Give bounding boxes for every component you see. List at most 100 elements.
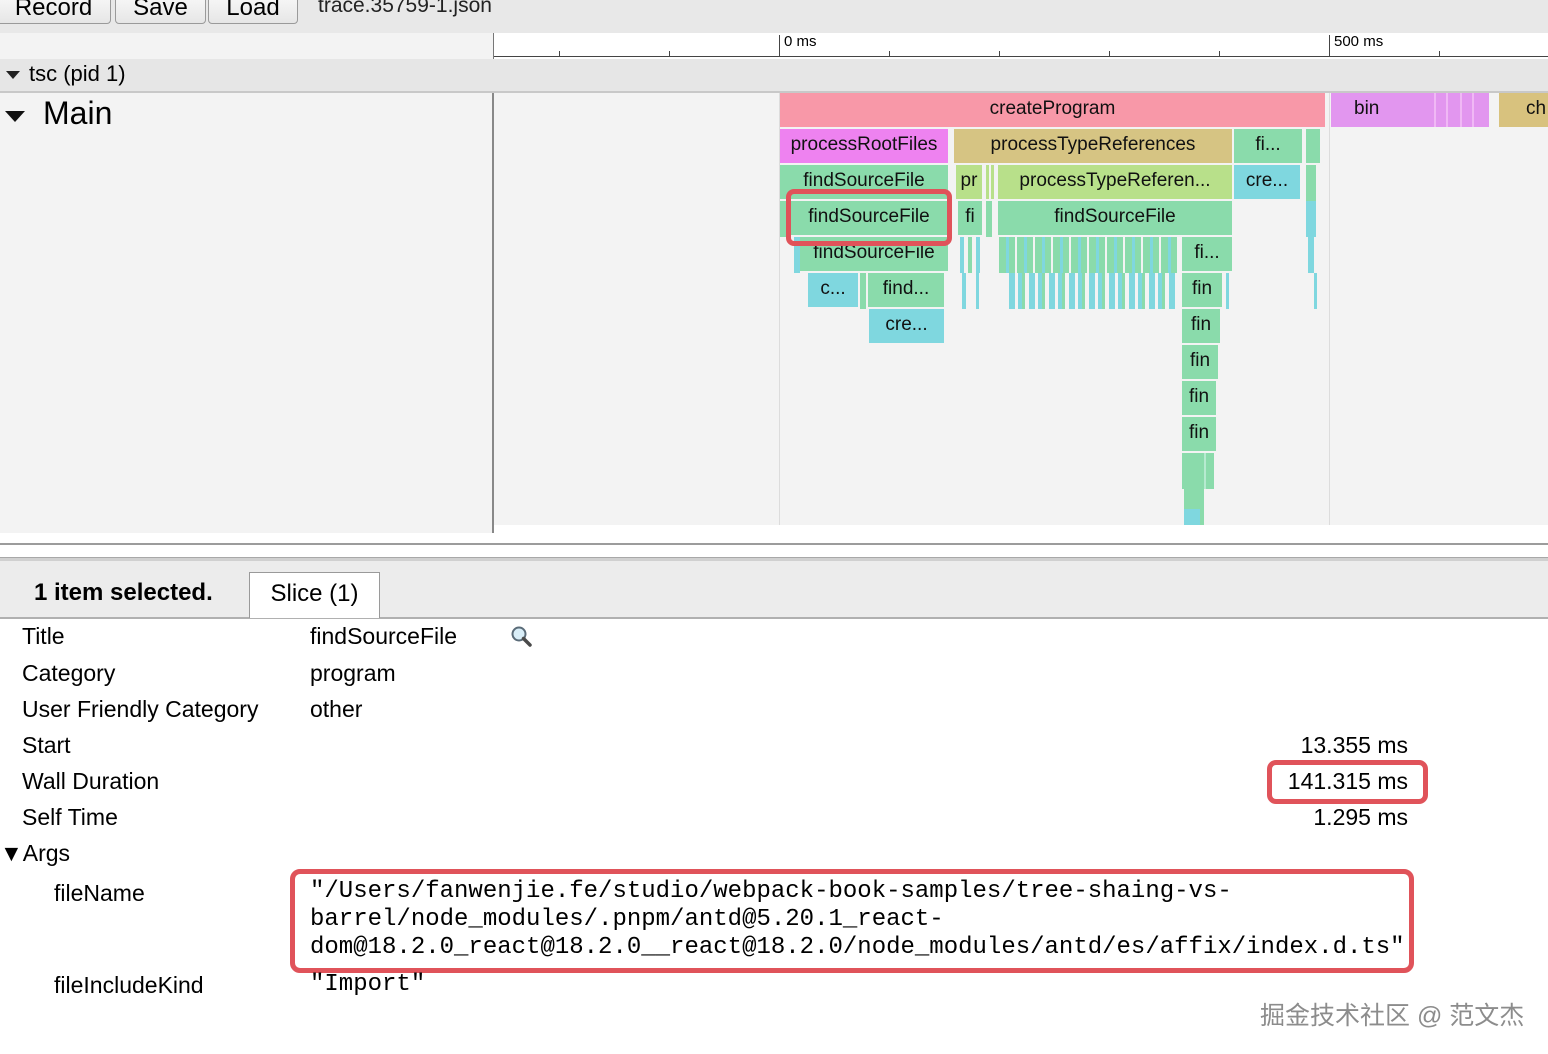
ruler-tick — [999, 51, 1000, 57]
slice-ch[interactable]: ch — [1499, 93, 1548, 127]
search-icon[interactable] — [510, 625, 532, 647]
load-button[interactable]: Load — [208, 0, 298, 24]
tab-slice[interactable]: Slice (1) — [249, 572, 380, 618]
sliver — [991, 165, 994, 199]
collapse-triangle-icon[interactable] — [6, 71, 20, 79]
slice-fin-1[interactable]: fin — [1182, 273, 1222, 307]
sliver — [1460, 93, 1462, 127]
process-label: tsc (pid 1) — [29, 61, 126, 86]
user-friendly-category-value: other — [310, 696, 363, 722]
ruler-tick — [889, 51, 890, 57]
filename-label: fileName — [54, 880, 145, 906]
self-time-value: 1.295 ms — [1313, 804, 1408, 830]
ruler-baseline — [494, 56, 1548, 57]
category-label: Category — [22, 660, 116, 686]
slice-pr[interactable]: pr — [956, 165, 982, 199]
title-value: findSourceFile — [310, 623, 458, 649]
sliver — [968, 237, 972, 273]
start-value: 13.355 ms — [1300, 732, 1408, 758]
slice-cre-a[interactable]: cre... — [1234, 165, 1300, 199]
toolbar: Record Save Load trace.35759-1.json — [0, 0, 1548, 33]
filename-value: "/Users/fanwenjie.fe/studio/webpack-book… — [310, 878, 1405, 962]
slice-find[interactable]: find... — [868, 273, 944, 307]
sliver — [976, 273, 979, 309]
record-button[interactable]: Record — [0, 0, 111, 24]
ruler-label-0ms: 0 ms — [784, 33, 817, 50]
slice-fin-3[interactable]: fin — [1182, 345, 1218, 379]
ruler-tick — [669, 51, 670, 57]
watermark: 掘金技术社区 @ 范文杰 — [1260, 1002, 1525, 1030]
slice-findSourceFile-selected[interactable]: findSourceFile — [790, 201, 948, 235]
gridline — [1329, 93, 1330, 525]
sliver — [962, 273, 966, 309]
save-button[interactable]: Save — [115, 0, 206, 24]
file-include-kind-value: "Import" — [310, 971, 426, 998]
self-time-label: Self Time — [22, 804, 118, 830]
slice-fin-4[interactable]: fin — [1182, 381, 1216, 415]
slice-fi-b[interactable]: fi — [958, 201, 982, 235]
ruler-tick-major — [779, 35, 780, 57]
slice-createProgram[interactable]: createProgram — [780, 93, 1325, 127]
sliver — [780, 201, 786, 237]
category-value: program — [310, 660, 396, 686]
ruler-tick — [1439, 51, 1440, 57]
ruler-axis[interactable]: 0 ms 500 ms — [493, 33, 1548, 59]
slice-cre-b[interactable]: cre... — [869, 309, 944, 343]
sliver — [1306, 129, 1320, 163]
sliver — [986, 201, 992, 237]
sliver — [976, 237, 980, 273]
start-label: Start — [22, 732, 71, 758]
ruler-spacer — [0, 33, 493, 59]
slice-processTypeReferences[interactable]: processTypeReferences — [954, 129, 1232, 163]
filename-line-3: dom@18.2.0_react@18.2.0__react@18.2.0/no… — [310, 934, 1405, 961]
ruler-tick-major — [1329, 35, 1330, 57]
slice-fi-c[interactable]: fi... — [1182, 237, 1232, 271]
trace-file-name: trace.35759-1.json — [318, 0, 492, 17]
sliver — [1308, 237, 1314, 273]
thread-label-area: Main — [0, 93, 494, 533]
user-friendly-category-label: User Friendly Category — [22, 696, 259, 722]
slice-fin-2[interactable]: fin — [1182, 309, 1220, 343]
slice-fin-5[interactable]: fin — [1182, 417, 1216, 451]
collapse-triangle-icon[interactable] — [5, 111, 25, 122]
sliver — [860, 273, 866, 309]
slice-processRootFiles[interactable]: processRootFiles — [780, 129, 948, 163]
sliver — [1472, 93, 1474, 127]
thread-label: Main — [43, 95, 113, 131]
ruler-label-500ms: 500 ms — [1334, 33, 1384, 50]
sliver — [1184, 509, 1200, 525]
ruler-tick — [1219, 51, 1220, 57]
args-toggle[interactable]: ▼Args — [0, 840, 70, 867]
flame-chart[interactable]: createProgram bin ch processRootFiles pr… — [494, 93, 1548, 525]
filename-line-2: barrel/node_modules/.pnpm/antd@5.20.1_re… — [310, 906, 944, 933]
slice-findSourceFile-1[interactable]: findSourceFile — [780, 165, 948, 199]
analysis-panel-header: 1 item selected. Slice (1) — [0, 561, 1548, 619]
sliver — [986, 165, 989, 199]
filename-line-1: "/Users/fanwenjie.fe/studio/webpack-book… — [310, 878, 1232, 905]
wall-duration-label: Wall Duration — [22, 768, 160, 794]
slice-bin[interactable]: bin — [1331, 93, 1489, 127]
title-label: Title — [22, 623, 65, 649]
slice-findSourceFile-3[interactable]: findSourceFile — [800, 237, 948, 271]
wall-duration-value: 141.315 ms — [1287, 768, 1408, 794]
file-include-kind-label: fileIncludeKind — [54, 972, 204, 998]
sliver — [1434, 93, 1436, 127]
time-ruler: 0 ms 500 ms — [0, 33, 1548, 59]
sliver — [1182, 453, 1214, 489]
sliver — [1314, 273, 1317, 309]
sliver-cluster — [1009, 273, 1177, 309]
slice-findSourceFile-2[interactable]: findSourceFile — [998, 201, 1232, 235]
sliver — [1306, 201, 1316, 237]
ruler-tick — [559, 51, 560, 57]
process-header[interactable]: tsc (pid 1) — [0, 59, 1548, 93]
selection-count-label: 1 item selected. — [34, 579, 213, 606]
slice-fi-a[interactable]: fi... — [1234, 129, 1302, 163]
ruler-tick — [1109, 51, 1110, 57]
sliver — [1446, 93, 1448, 127]
sliver — [1306, 165, 1316, 201]
divider — [0, 543, 1548, 545]
sliver-cluster — [999, 237, 1179, 273]
sliver — [960, 237, 964, 273]
slice-processTypeReferen[interactable]: processTypeReferen... — [998, 165, 1232, 199]
slice-c[interactable]: c... — [808, 273, 858, 307]
